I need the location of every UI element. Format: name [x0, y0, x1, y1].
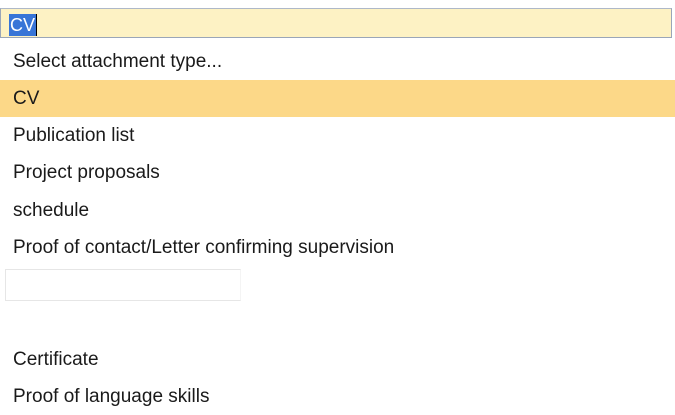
option-label: Proof of contact/Letter confirming super… [13, 237, 395, 258]
option-cv[interactable]: CV [0, 80, 675, 117]
option-label: CV [13, 88, 40, 109]
option-label: Certificate [13, 349, 99, 370]
option-label: schedule [13, 200, 90, 221]
blank-option-field[interactable] [5, 269, 241, 301]
option-label: Publication list [13, 125, 135, 146]
option-certificate[interactable]: Certificate [0, 341, 675, 378]
option-publication-list[interactable]: Publication list [0, 117, 675, 154]
option-select-attachment-type[interactable]: Select attachment type... [0, 43, 675, 80]
option-proof-of-contact[interactable]: Proof of contact/Letter confirming super… [0, 229, 675, 266]
option-proof-of-language-skills[interactable]: Proof of language skills [0, 378, 675, 415]
option-schedule[interactable]: schedule [0, 192, 675, 229]
text-cursor [36, 14, 37, 36]
option-label: Select attachment type... [13, 51, 223, 72]
option-label: Proof of language skills [13, 386, 210, 407]
option-project-proposals[interactable]: Project proposals [0, 154, 675, 191]
select-current-value: CV [9, 14, 38, 36]
attachment-type-select[interactable]: CV [0, 8, 672, 38]
option-label: Project proposals [13, 162, 160, 183]
